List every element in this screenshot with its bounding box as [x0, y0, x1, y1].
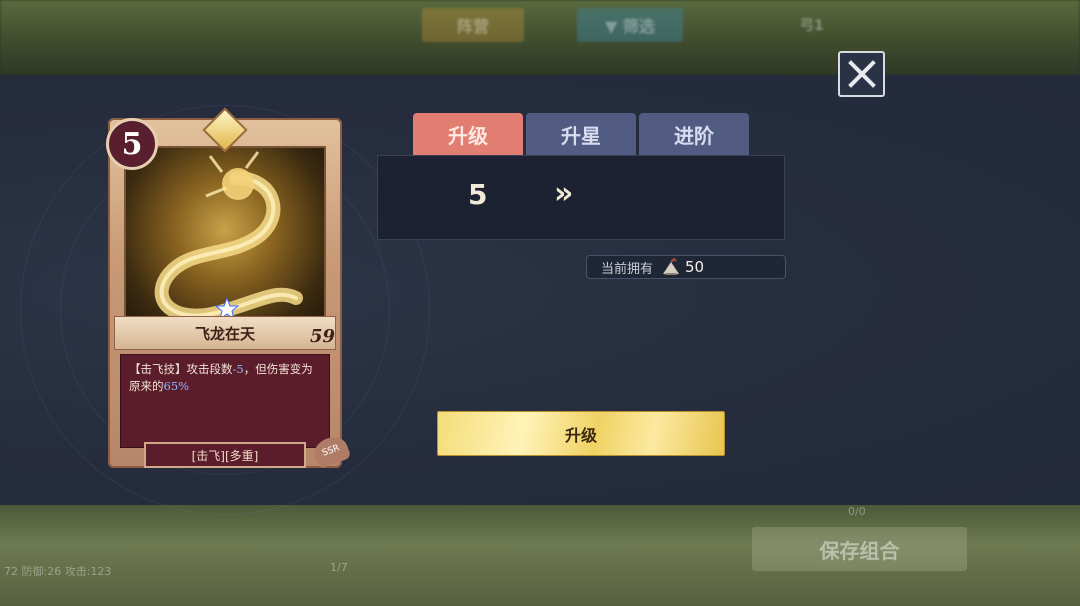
faction-filter-button: 阵营: [422, 8, 524, 42]
tab-star-up[interactable]: 升星: [526, 113, 636, 156]
card-cost-badge: 5: [106, 118, 158, 170]
upgrade-button[interactable]: 升级: [437, 411, 725, 456]
bottom-page: 0/0: [848, 505, 866, 518]
desc-minus: -5: [232, 362, 244, 376]
desc-prefix: 【击飞技】攻击段数: [129, 362, 233, 376]
close-icon: [847, 60, 876, 88]
current-level: 5: [468, 178, 488, 211]
card-description: 【击飞技】攻击段数-5，但伤害变为原来的65%: [120, 354, 330, 448]
skill-card: 5 飞龙在天 59 【击飞技】攻击段数-5，但伤害变为原来的65% [击飞][多…: [100, 107, 352, 472]
desc-percent: 65%: [163, 379, 190, 393]
owned-resource: 当前拥有 50: [586, 255, 786, 279]
card-power: 59: [310, 326, 336, 347]
bottom-count: 1/7: [330, 561, 348, 574]
owned-value: 50: [685, 258, 705, 276]
player-label: 弓1: [800, 18, 824, 34]
dragon-illustration: [154, 151, 303, 323]
background-top-bar: 阵营 ▼ 筛选 弓1: [0, 0, 1080, 75]
card-tags: [击飞][多重]: [144, 442, 306, 468]
double-chevron-right-icon: »: [554, 176, 574, 211]
owned-label: 当前拥有: [601, 261, 654, 277]
tab-advance[interactable]: 进阶: [639, 113, 749, 156]
level-panel: 5 »: [377, 155, 785, 240]
save-combination-button: 保存组合: [752, 527, 967, 571]
tab-level-up[interactable]: 升级: [413, 113, 523, 156]
filter-button: ▼ 筛选: [577, 8, 683, 42]
card-artwork: [124, 146, 326, 332]
background-bottom-bar: 1/7 72 防御:26 攻击:123 0/0 保存组合: [0, 505, 1080, 606]
card-name: 飞龙在天: [114, 316, 336, 350]
bottom-stats: 72 防御:26 攻击:123: [4, 565, 112, 578]
scroll-icon: [661, 257, 683, 276]
close-button[interactable]: [838, 51, 885, 97]
